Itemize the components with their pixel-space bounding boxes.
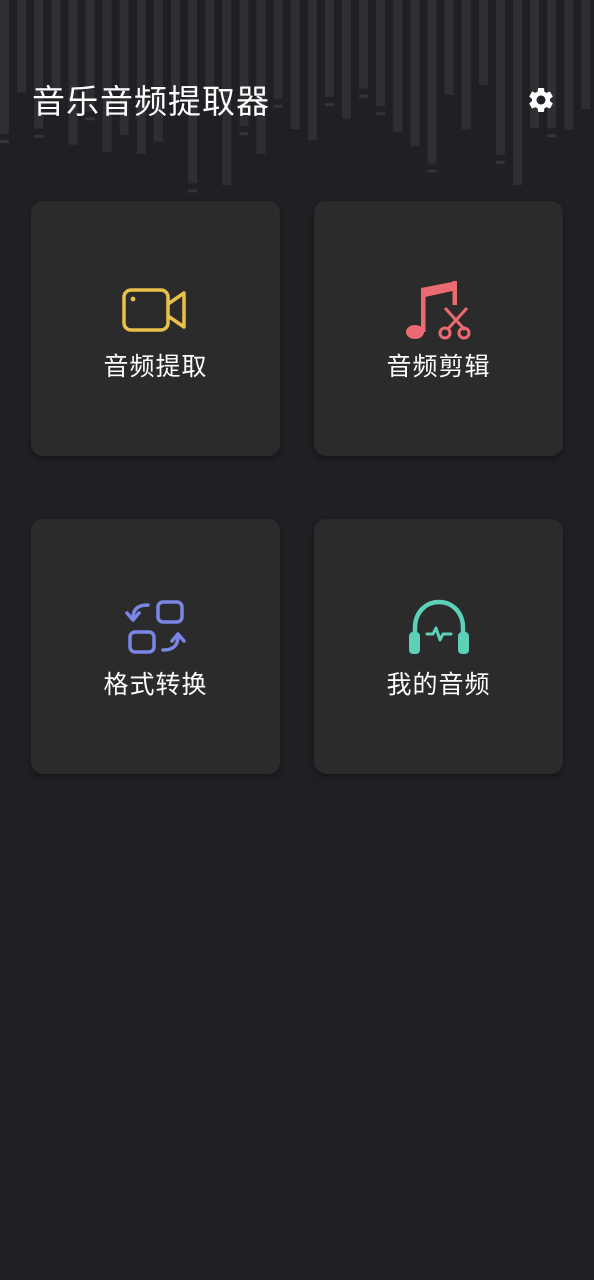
format-convert-icon (125, 600, 186, 654)
music-scissors-icon (406, 281, 471, 340)
header: 音乐音频提取器 (0, 0, 594, 200)
audio-extract-card[interactable]: 音频提取 (31, 201, 280, 456)
app-root: 音乐音频提取器 音频提取 音频剪辑 格式转换 我的音频 (0, 0, 594, 1280)
card-label: 音频提取 (103, 352, 208, 381)
settings-button[interactable] (520, 79, 562, 121)
headphones-icon (409, 599, 469, 654)
my-audio-card[interactable]: 我的音频 (314, 519, 563, 774)
card-label: 音频剪辑 (386, 352, 491, 381)
video-camera-icon (122, 288, 186, 332)
card-label: 格式转换 (103, 670, 208, 699)
format-convert-card[interactable]: 格式转换 (31, 519, 280, 774)
card-label: 我的音频 (386, 670, 491, 699)
gear-icon (529, 88, 553, 112)
app-title: 音乐音频提取器 (32, 82, 270, 121)
audio-edit-card[interactable]: 音频剪辑 (314, 201, 563, 456)
